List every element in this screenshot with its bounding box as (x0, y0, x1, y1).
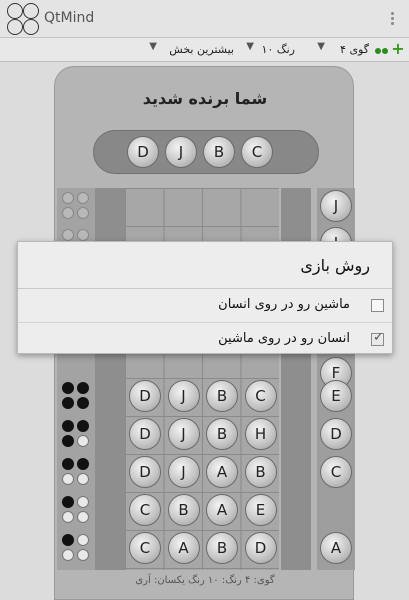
app-logo-icon (6, 3, 40, 35)
dialog-title: روش بازی (300, 256, 370, 275)
palette-peg[interactable]: E (320, 380, 352, 412)
guess-peg: J (167, 418, 200, 450)
guess-peg: B (167, 494, 200, 526)
guess-peg: D (129, 380, 161, 412)
pegs-dropdown-arrow-icon[interactable]: ▼ (317, 41, 325, 52)
palette-peg[interactable]: C (320, 456, 352, 488)
palette-peg[interactable]: J (320, 190, 352, 222)
mode-select-label: بیشترین بخش (169, 43, 234, 56)
guess-peg: A (167, 532, 200, 564)
option-label: انسان رو در روی ماشین (218, 331, 350, 346)
guess-peg: J (167, 456, 200, 488)
option-checkbox[interactable] (371, 299, 384, 312)
guess-peg: D (129, 418, 161, 450)
win-message: شما برنده شدید (142, 89, 268, 108)
hint-cell (60, 532, 92, 564)
action-bar: QtMind (0, 0, 409, 38)
game-mode-dialog: روش بازی ماشین رو در روی انسان انسان رو … (17, 241, 393, 354)
green-dots-icon[interactable] (375, 44, 389, 54)
logo-blue-ball (7, 3, 23, 19)
game-options-toolbar: + گوی ۴ ▼ رنگ ۱۰ ▼ بیشترین بخش ▼ (0, 38, 409, 62)
guess-peg: B (206, 418, 238, 450)
guess-peg: D (129, 456, 161, 488)
guess-peg: A (206, 456, 238, 488)
mode-select[interactable]: بیشترین بخش (169, 41, 234, 59)
app-title: QtMind (44, 10, 95, 26)
pegs-select-label: گوی ۴ (340, 43, 369, 56)
guess-peg: B (206, 380, 238, 412)
solution-peg: C (241, 136, 273, 168)
guess-peg: B (206, 532, 238, 564)
hint-cell (60, 190, 92, 222)
guess-peg: J (167, 380, 200, 412)
guess-peg: H (244, 418, 277, 450)
option-label: ماشین رو در روی انسان (218, 297, 350, 312)
logo-red-ball (23, 3, 39, 19)
guess-peg: D (244, 532, 277, 564)
palette-peg[interactable]: A (320, 532, 352, 564)
colors-select-label: رنگ ۱۰ (261, 43, 295, 56)
guess-peg: A (206, 494, 238, 526)
solution-peg: D (127, 136, 159, 168)
mode-dropdown-arrow-icon[interactable]: ▼ (149, 41, 157, 52)
option-checkbox-checked[interactable] (371, 330, 384, 346)
hint-cell (60, 380, 92, 412)
guess-peg: E (244, 494, 277, 526)
guess-peg: C (244, 380, 277, 412)
colors-dropdown-arrow-icon[interactable]: ▼ (246, 41, 254, 52)
solution-peg: J (165, 136, 197, 168)
hint-cell (60, 456, 92, 488)
guess-peg: C (129, 532, 161, 564)
logo-green-ball (7, 19, 23, 35)
status-bar: گوی: ۴ رنگ: ۱۰ رنگ یکسان: آری (135, 575, 275, 586)
option-machine-vs-human[interactable]: ماشین رو در روی انسان (18, 289, 392, 322)
overflow-menu-icon[interactable] (387, 10, 397, 30)
pegs-select[interactable]: گوی ۴ (340, 41, 369, 59)
palette-peg[interactable]: D (320, 418, 352, 450)
guess-peg: C (129, 494, 161, 526)
logo-yellow-ball (23, 19, 39, 35)
hint-cell (60, 418, 92, 450)
solution-row: D J B C (126, 130, 284, 174)
solution-peg: B (203, 136, 235, 168)
option-human-vs-machine[interactable]: انسان رو در روی ماشین (18, 322, 392, 355)
new-game-plus-icon[interactable]: + (389, 40, 407, 58)
colors-select[interactable]: رنگ ۱۰ (261, 41, 295, 59)
hint-cell (60, 494, 92, 526)
guess-peg: B (244, 456, 277, 488)
